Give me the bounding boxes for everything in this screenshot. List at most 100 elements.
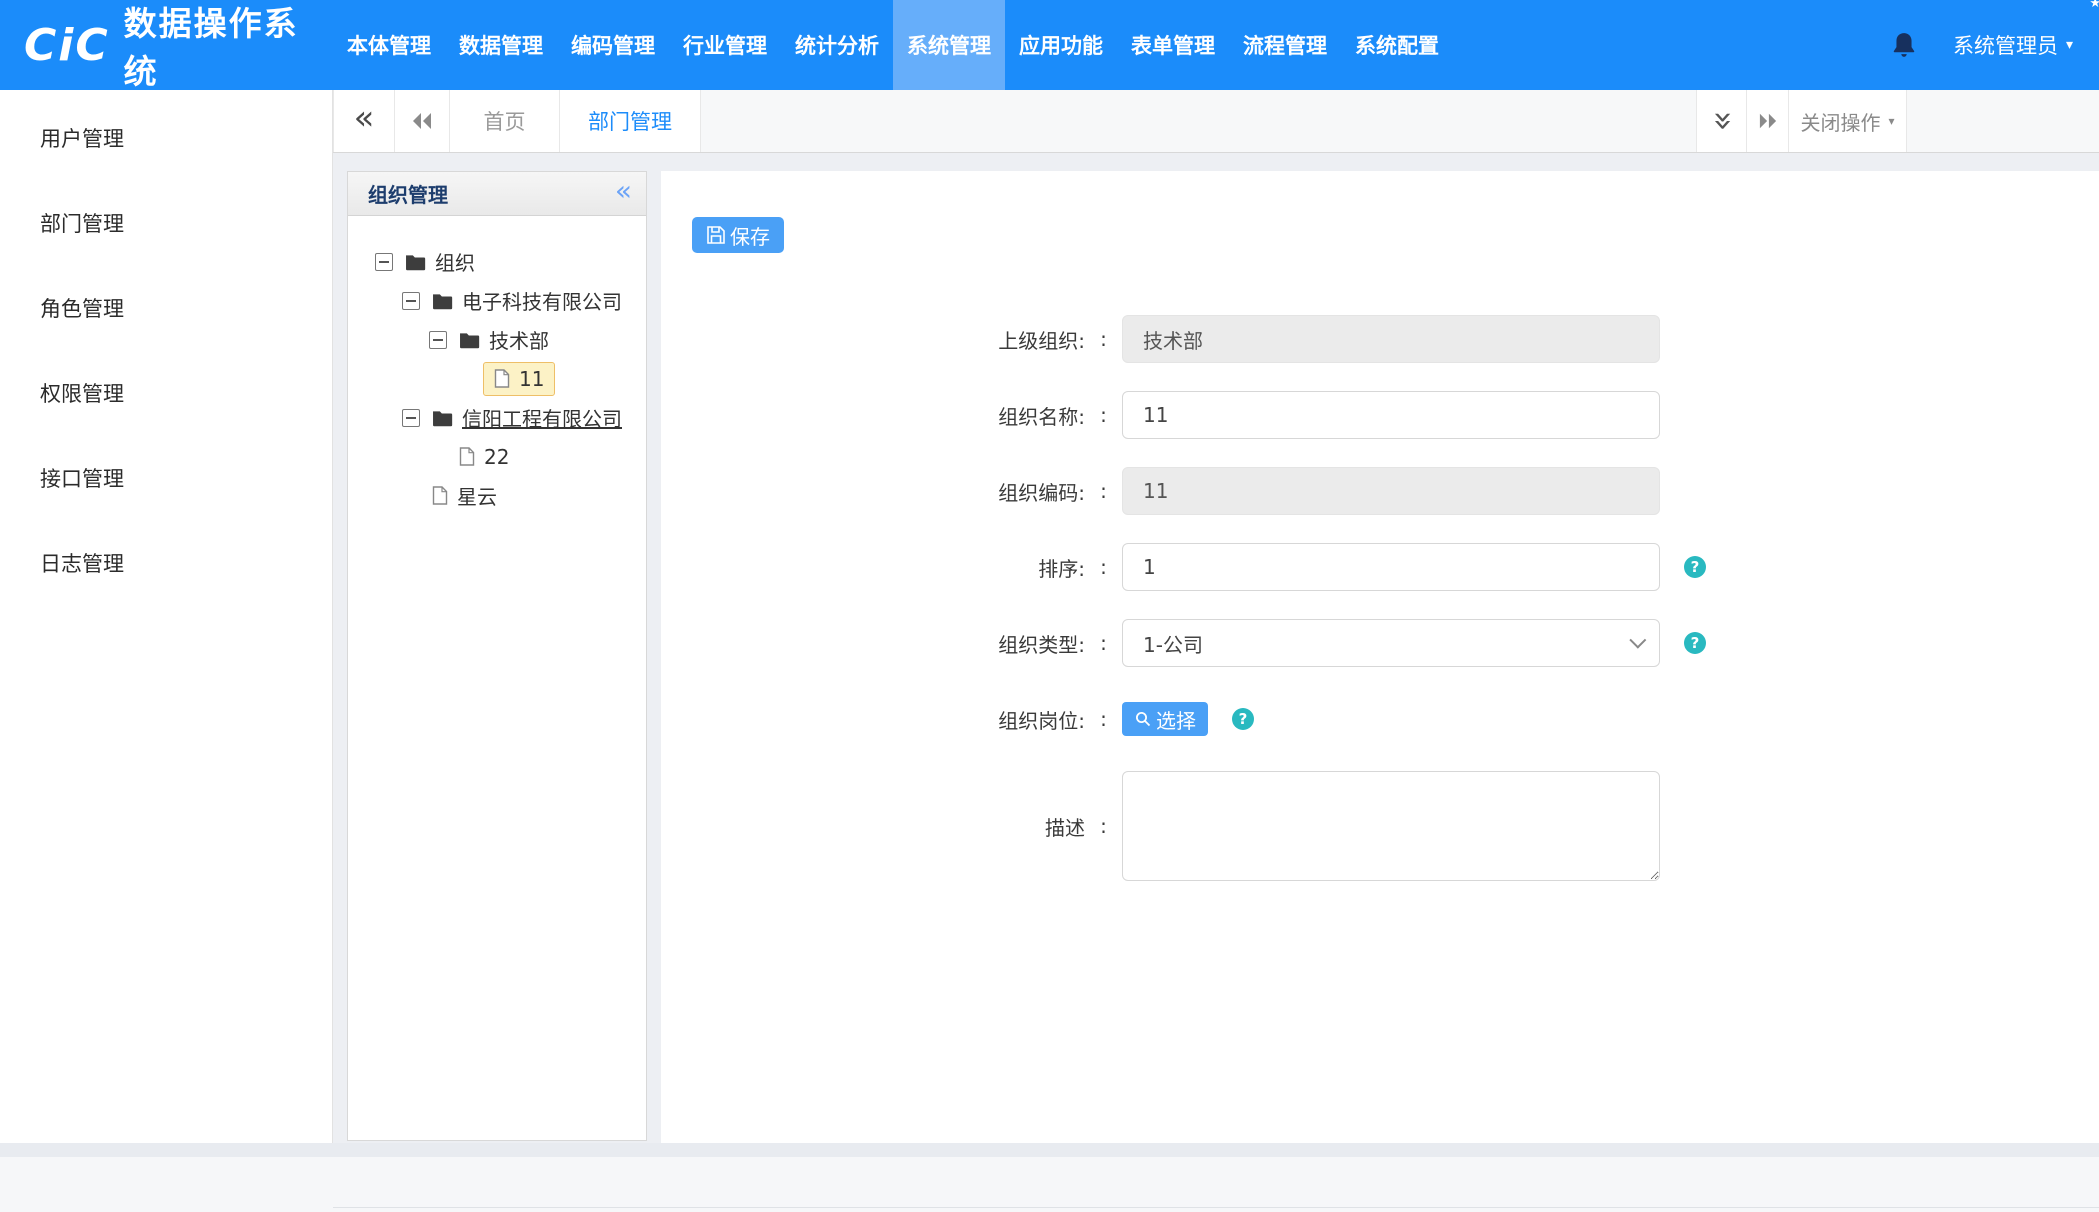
- department-edit-form: 保存 上级组织: : 组织名称: :: [661, 171, 2099, 1143]
- field-label: 组织类型:: [661, 629, 1085, 658]
- field-label: 描述: [661, 812, 1085, 841]
- main-menu-item[interactable]: 编码管理: [557, 0, 669, 90]
- sidebar-item[interactable]: 日志管理: [0, 520, 332, 605]
- save-button[interactable]: 保存: [692, 217, 784, 253]
- main-menu-item[interactable]: 表单管理: [1117, 0, 1229, 90]
- form-row: 组织编码: :: [661, 467, 2099, 515]
- field-colon: :: [1085, 814, 1122, 838]
- sidebar-item[interactable]: 部门管理: [0, 180, 332, 265]
- tree-node[interactable]: 信阳工程有限公司: [375, 398, 638, 437]
- logo-mark: CiC: [24, 20, 110, 71]
- form-row: 组织名称: :: [661, 391, 2099, 439]
- rewind-icon: [411, 111, 433, 131]
- page-tab[interactable]: 部门管理: [560, 90, 701, 152]
- organization-tree-panel: 组织管理 « 组织: [347, 171, 647, 1141]
- form-row: 上级组织: :: [661, 315, 2099, 363]
- field-label: 上级组织:: [661, 325, 1085, 354]
- description-textarea[interactable]: [1122, 771, 1660, 881]
- main-content: 组织管理 « 组织: [333, 153, 2099, 1143]
- select-input[interactable]: 1-公司: [1122, 619, 1660, 667]
- form-row: 排序: : ?: [661, 543, 2099, 591]
- tree-node[interactable]: 星云: [375, 476, 638, 515]
- tree-node-content[interactable]: 22: [456, 440, 512, 474]
- user-menu[interactable]: 系统管理员 ▾: [1953, 30, 2073, 60]
- main-menu-item[interactable]: 系统管理: [893, 0, 1005, 90]
- tree-node-content[interactable]: 星云: [429, 476, 500, 515]
- tree-node-content[interactable]: 信阳工程有限公司: [429, 398, 625, 437]
- scroll-tabs-right-button[interactable]: [1747, 90, 1789, 152]
- main-menu-item[interactable]: 数据管理: [445, 0, 557, 90]
- folder-icon: [459, 331, 480, 349]
- text-input[interactable]: [1122, 543, 1660, 591]
- tree-node-content[interactable]: 11: [483, 362, 555, 396]
- collapse-sidebar-button[interactable]: «: [333, 90, 395, 152]
- sidebar-item[interactable]: 角色管理: [0, 265, 332, 350]
- tree-node[interactable]: 11: [375, 359, 638, 398]
- close-operations-dropdown[interactable]: 关闭操作 ▾: [1789, 90, 1907, 152]
- main-menu-item[interactable]: 系统配置: [1341, 0, 1453, 90]
- document-icon: [494, 369, 510, 388]
- footer-divider: [333, 1207, 2099, 1208]
- tab-bar: « 首页 部门管理 « 关闭操作 ▾: [333, 90, 2099, 153]
- tree-node-content[interactable]: 技术部: [456, 320, 552, 359]
- folder-icon: [432, 292, 453, 310]
- folder-icon: [432, 409, 453, 427]
- scroll-tabs-up-button[interactable]: «: [1696, 90, 1747, 152]
- field-colon: :: [1085, 707, 1122, 731]
- tree-node-content[interactable]: 电子科技有限公司: [429, 281, 625, 320]
- sidebar-item[interactable]: 权限管理: [0, 350, 332, 435]
- page-tab[interactable]: 首页: [450, 90, 560, 152]
- tree-node-content[interactable]: 组织: [402, 242, 478, 281]
- chevron-down-icon: ▾: [1888, 114, 1894, 128]
- choose-position-button[interactable]: 选择: [1122, 702, 1208, 736]
- field-colon: :: [1085, 555, 1122, 579]
- panel-collapse-icon[interactable]: «: [615, 177, 632, 205]
- help-icon[interactable]: ?: [1232, 708, 1254, 730]
- field-colon: :: [1085, 327, 1122, 351]
- folder-icon: [405, 253, 426, 271]
- sidebar-item[interactable]: 接口管理: [0, 435, 332, 520]
- field-colon: :: [1085, 479, 1122, 503]
- tabbar-end-spacer: [1907, 90, 2099, 152]
- field-label: 组织岗位:: [661, 705, 1085, 734]
- main-menu-item[interactable]: 行业管理: [669, 0, 781, 90]
- scroll-tabs-left-button[interactable]: [395, 90, 450, 152]
- notification-bell-icon[interactable]: [1891, 31, 1917, 59]
- tree-expander-icon[interactable]: [429, 331, 447, 349]
- tree-node[interactable]: 22: [375, 437, 638, 476]
- main-menu-item[interactable]: 流程管理: [1229, 0, 1341, 90]
- field-label: 组织编码:: [661, 477, 1085, 506]
- tree-expander-icon[interactable]: [375, 253, 393, 271]
- main-menu: 本体管理 数据管理 编码管理 行业管理 统计分析 系统管理 应用功能 表单管理 …: [333, 0, 1453, 90]
- chevron-down-icon: [1629, 632, 1646, 649]
- readonly-text-input: [1122, 467, 1660, 515]
- left-sidebar: 用户管理 部门管理 角色管理 权限管理 接口管理 日志管理: [0, 90, 333, 1143]
- help-icon[interactable]: ?: [1684, 556, 1706, 578]
- tree-node[interactable]: 组织: [375, 242, 638, 281]
- tree-expander-icon[interactable]: [402, 292, 420, 310]
- chevron-down-icon: ▾: [2066, 37, 2073, 53]
- tree-panel-header: 组织管理 «: [348, 172, 646, 216]
- save-floppy-icon: [706, 225, 726, 245]
- tree-expander-icon[interactable]: [402, 409, 420, 427]
- tree-panel-title: 组织管理: [368, 179, 448, 208]
- form-rows: 上级组织: : 组织名称: :: [661, 315, 2099, 881]
- tree-node[interactable]: 技术部: [375, 320, 638, 359]
- tabbar-spacer: [701, 90, 1696, 152]
- open-tabs: 首页 部门管理: [450, 90, 701, 152]
- main-menu-item[interactable]: 统计分析: [781, 0, 893, 90]
- main-menu-item[interactable]: 本体管理: [333, 0, 445, 90]
- user-name: 系统管理员: [1953, 30, 2058, 60]
- help-icon[interactable]: ?: [1684, 632, 1706, 654]
- form-row: 组织岗位: : 选择 ?: [661, 695, 2099, 743]
- sidebar-item[interactable]: 用户管理: [0, 95, 332, 180]
- field-colon: :: [1085, 631, 1122, 655]
- main-menu-item[interactable]: 应用功能: [1005, 0, 1117, 90]
- search-icon: [1134, 710, 1152, 728]
- footer-area: [0, 1157, 2099, 1212]
- form-row: 组织类型: : 1-公司 ?: [661, 619, 2099, 667]
- tree-node[interactable]: 电子科技有限公司: [375, 281, 638, 320]
- document-icon: [459, 447, 475, 466]
- text-input[interactable]: [1122, 391, 1660, 439]
- field-label: 组织名称:: [661, 401, 1085, 430]
